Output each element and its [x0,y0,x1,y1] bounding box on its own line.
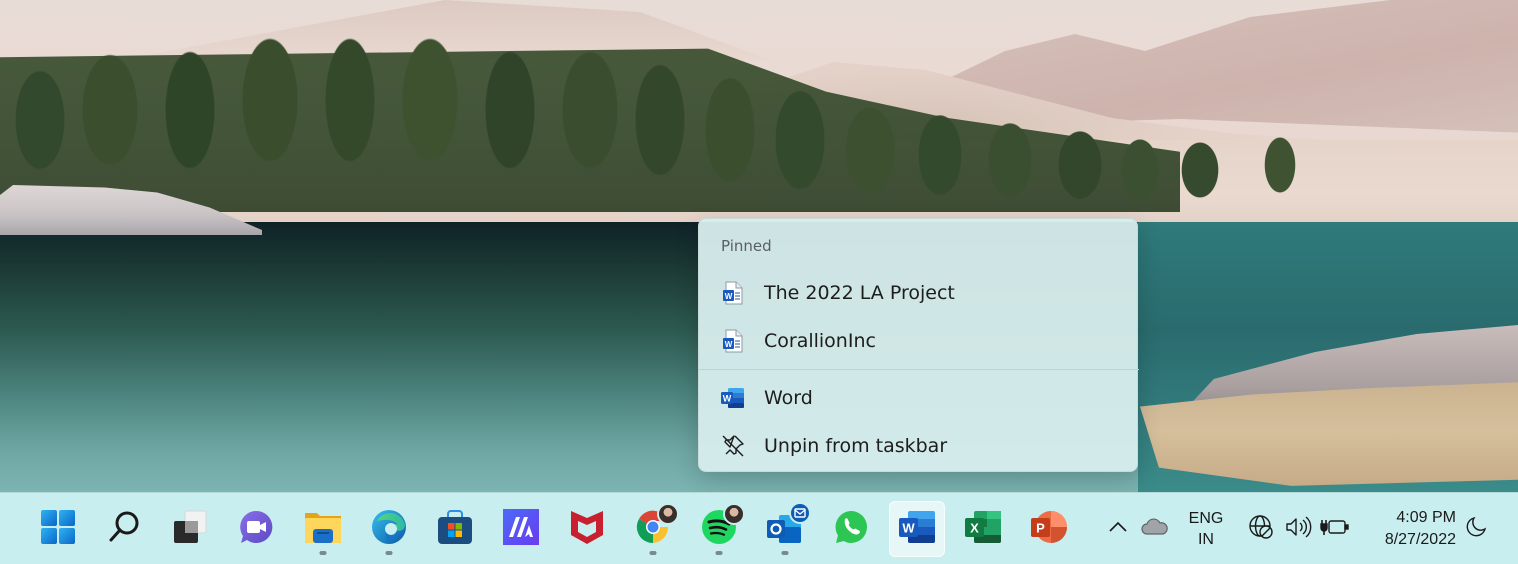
language-code: ENG [1188,510,1224,527]
chevron-up-icon [1106,519,1130,539]
task-view-button[interactable] [162,501,218,557]
teams-chat-icon [238,509,274,549]
running-indicator [781,551,789,555]
excel-icon: X [964,509,1002,549]
jump-list-item-pinned-document[interactable]: W CorallionInc [703,319,1135,363]
language-text: ENG IN [1189,508,1224,550]
profile-avatar-badge [657,503,679,525]
jump-list-item-pinned-document[interactable]: W The 2022 LA Project [703,271,1135,315]
clock-button[interactable]: 4:09 PM 8/27/2022 [1360,493,1456,564]
jump-list-divider [699,369,1139,370]
focus-assist-button[interactable] [1464,493,1488,564]
whatsapp-icon [833,509,869,549]
mcafee-button[interactable] [559,501,615,557]
jump-list-item-label: Word [764,387,813,409]
wallpaper-forest [0,0,1320,220]
whatsapp-button[interactable] [823,501,879,557]
word-icon: W [898,509,936,549]
mcafee-icon [570,509,604,549]
word-document-icon: W [721,329,745,353]
excel-button[interactable]: X [955,501,1011,557]
speaker-volume-icon [1284,515,1312,543]
show-hidden-icons-button[interactable] [1106,493,1130,564]
svg-text:X: X [970,521,979,536]
svg-text:W: W [725,340,733,349]
jump-list-item-label: The 2022 LA Project [764,282,955,304]
outlook-button[interactable] [757,501,813,557]
running-indicator [649,551,657,555]
app-ma-icon [503,509,539,549]
start-button[interactable] [30,501,86,557]
word-app-icon: W [721,386,745,410]
store-button[interactable] [427,501,483,557]
unpin-icon [721,434,745,458]
volume-tray-button[interactable] [1284,493,1312,564]
moon-icon [1464,515,1488,543]
taskbar: W X P ENG IN 4:09 PM 8/27/2022 [0,492,1518,564]
onedrive-tray-button[interactable] [1140,493,1168,564]
powerpoint-icon: P [1030,509,1068,549]
file-explorer-icon [304,509,342,549]
task-view-icon [172,509,208,549]
word-jump-list-menu: Pinned W The 2022 LA Project W Corallion… [698,218,1139,472]
language-indicator[interactable]: ENG IN [1184,493,1228,564]
running-indicator [715,551,723,555]
onedrive-cloud-icon [1140,517,1168,541]
spotify-button[interactable] [691,501,747,557]
word-document-icon: W [721,281,745,305]
ma-app-button[interactable] [493,501,549,557]
windows-start-icon [40,509,76,549]
word-button[interactable]: W [889,501,945,557]
unpin-from-taskbar-item[interactable]: Unpin from taskbar [703,424,1135,468]
running-indicator [319,551,327,555]
clock: 4:09 PM 8/27/2022 [1385,507,1456,551]
store-icon [437,509,473,549]
edge-button[interactable] [361,501,417,557]
open-word-app-item[interactable]: W Word [703,376,1135,420]
jump-list-item-label: CorallionInc [764,330,876,352]
globe-no-internet-icon [1248,514,1274,544]
chrome-button[interactable] [625,501,681,557]
svg-text:W: W [723,394,732,404]
chat-button[interactable] [228,501,284,557]
network-tray-button[interactable] [1248,493,1274,564]
battery-tray-button[interactable] [1320,493,1350,564]
running-indicator [385,551,393,555]
svg-text:W: W [902,521,915,536]
powerpoint-button[interactable]: P [1021,501,1077,557]
svg-text:P: P [1036,521,1045,536]
mail-notification-badge [789,502,811,524]
clock-date: 8/27/2022 [1384,531,1456,548]
file-explorer-button[interactable] [295,501,351,557]
clock-time: 4:09 PM [1396,509,1456,526]
edge-icon [371,509,407,549]
svg-text:W: W [725,292,733,301]
battery-charging-icon [1320,515,1350,543]
region-code: IN [1197,531,1214,548]
search-icon [107,510,141,548]
pinned-section-header: Pinned [721,237,772,255]
jump-list-item-label: Unpin from taskbar [764,435,948,457]
profile-avatar-badge [723,503,745,525]
search-button[interactable] [96,501,152,557]
